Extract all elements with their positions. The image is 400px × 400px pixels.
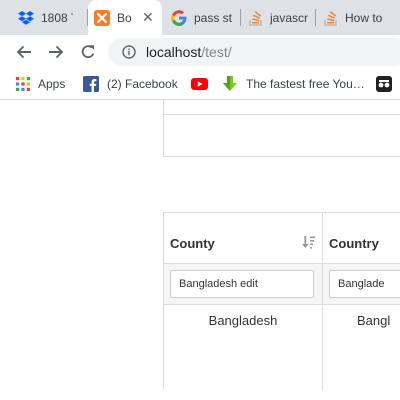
address-bar[interactable]: localhost/test/ xyxy=(108,38,400,66)
table-cell[interactable]: Bangl xyxy=(323,305,400,391)
arrow-right-icon xyxy=(49,45,64,59)
tab-title: javascr xyxy=(270,10,309,25)
bookmark-fastest-free[interactable]: The fastest free You… xyxy=(222,69,365,99)
youtube-icon xyxy=(191,78,208,90)
bookmark-extension[interactable] xyxy=(376,69,392,99)
sort-icon[interactable] xyxy=(302,235,316,249)
bookmarks-bar: Apps (2) Facebook The fastest free You… xyxy=(0,69,400,100)
tab-title: Bo xyxy=(117,10,132,25)
column-header-country[interactable]: Country xyxy=(323,213,400,264)
bookmark-label: The fastest free You… xyxy=(246,77,365,91)
back-button[interactable] xyxy=(13,41,35,63)
url-path: /test/ xyxy=(201,44,232,60)
column-header-label: Country xyxy=(329,236,379,251)
column-country: Country Bangl xyxy=(323,213,400,391)
filter-row xyxy=(164,264,322,305)
forward-button[interactable] xyxy=(45,41,67,63)
tab-pass[interactable]: pass st xyxy=(162,0,240,35)
cell-value: Bangl xyxy=(357,313,391,328)
tab-title: 1808 T xyxy=(41,10,73,25)
reload-icon xyxy=(81,45,95,59)
table-fragment xyxy=(163,100,400,157)
facebook-icon xyxy=(83,76,99,92)
filter-row xyxy=(323,264,400,305)
tab-how-to[interactable]: How to xyxy=(316,0,400,35)
tab-javascript[interactable]: javascr xyxy=(241,0,314,35)
bookmark-label: Apps xyxy=(38,77,66,91)
dropbox-icon xyxy=(18,10,34,25)
bookmark-youtube[interactable] xyxy=(191,69,208,99)
reload-button[interactable] xyxy=(77,41,99,63)
tab-title: pass st xyxy=(194,10,233,25)
bookmark-facebook[interactable]: (2) Facebook xyxy=(83,69,178,99)
download-arrow-icon xyxy=(223,76,237,91)
url-text[interactable]: localhost/test/ xyxy=(146,44,232,60)
table-cell[interactable]: Bangladesh xyxy=(164,305,322,391)
info-icon[interactable] xyxy=(122,45,136,59)
county-filter-input[interactable] xyxy=(170,270,314,298)
column-header-label: County xyxy=(170,236,215,251)
extension-icon xyxy=(376,76,392,92)
bookmark-apps[interactable]: Apps xyxy=(16,69,65,99)
data-grid: County Bangladesh Country xyxy=(163,212,400,391)
tab-bo[interactable]: Bo ✕ xyxy=(88,0,162,35)
bookmark-label: (2) Facebook xyxy=(107,77,178,91)
arrow-left-icon xyxy=(16,45,31,59)
stackoverflow-icon xyxy=(249,10,263,26)
tab-title: How to xyxy=(345,10,383,25)
google-icon xyxy=(171,9,187,26)
cell-value: Bangladesh xyxy=(208,313,278,328)
page-content: County Bangladesh Country xyxy=(0,100,400,400)
row-divider xyxy=(164,114,400,115)
url-host: localhost xyxy=(146,44,202,60)
tab-1808[interactable]: 1808 T xyxy=(0,0,86,35)
tab-strip: 1808 T Bo ✕ pass st xyxy=(0,0,400,35)
country-filter-input[interactable] xyxy=(329,270,400,298)
close-tab-icon[interactable]: ✕ xyxy=(142,9,154,26)
column-county: County Bangladesh xyxy=(164,213,323,391)
column-header-county[interactable]: County xyxy=(164,213,322,264)
apps-grid-icon xyxy=(16,77,30,91)
browser-toolbar: localhost/test/ xyxy=(0,35,400,69)
xampp-icon xyxy=(94,9,110,26)
stackoverflow-icon xyxy=(324,10,338,26)
